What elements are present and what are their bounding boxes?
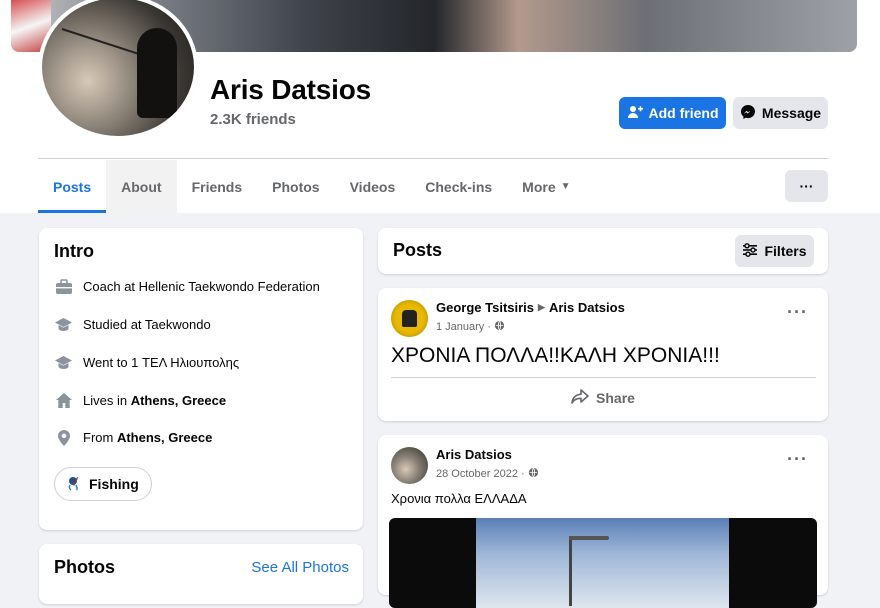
header-divider [38,158,828,159]
profile-name: Aris Datsios [210,74,371,105]
intro-work-text: Coach at Hellenic Taekwondo Federation [83,279,320,294]
globe-icon [494,320,505,334]
tab-posts[interactable]: Posts [38,160,107,213]
intro-study: Studied at Taekwondo [54,315,211,334]
post-header: Aris Datsios [436,447,512,462]
post-author-link[interactable]: Aris Datsios [436,447,512,462]
tab-label: About [121,178,162,195]
separator-dot: · [487,321,491,333]
photos-card: Photos See All Photos [39,544,363,604]
hobby-chip[interactable]: Fishing [54,467,152,501]
briefcase-icon [54,277,73,296]
post-date-link[interactable]: 28 October 2022 [436,468,518,480]
post-photo[interactable] [389,518,817,608]
post-card: Aris Datsios 28 October 2022 · ··· Χρονι… [378,435,828,608]
globe-icon [528,467,539,481]
tab-photos[interactable]: Photos [257,160,334,213]
filters-label: Filters [764,243,807,259]
silhouette-shape [137,28,177,118]
post-card: George Tsitsiris ▶ Aris Datsios 1 Januar… [378,288,828,421]
post-meta: 28 October 2022 · [436,467,539,481]
tab-friends[interactable]: Friends [177,160,258,213]
post-options-icon[interactable]: ··· [787,302,808,323]
post-text: ΧΡΟΝΙΑ ΠΟΛΛΑ!!ΚΑΛΗ ΧΡΟΝΙΑ!!! [391,344,720,367]
tab-label: Friends [191,178,243,195]
intro-work: Coach at Hellenic Taekwondo Federation [54,277,320,296]
profile-tabs: Posts About Friends Photos Videos Check-… [38,160,586,213]
intro-from-text: From Athens, Greece [83,430,212,445]
posts-title: Posts [393,240,443,260]
from-prefix: From [83,430,117,445]
tab-more[interactable]: More ▼ [507,160,585,213]
profile-picture[interactable] [38,0,198,140]
lives-city-link[interactable]: Athens, Greece [131,393,226,408]
lives-prefix: Lives in [83,393,131,408]
post-options-icon[interactable]: ··· [787,449,808,470]
add-friend-label: Add friend [648,105,719,121]
graduation-cap-icon [54,315,73,334]
graduation-cap-icon [54,353,73,372]
sliders-icon [742,242,758,260]
sky-shape [476,518,729,608]
tab-check-ins[interactable]: Check-ins [410,160,507,213]
share-button[interactable]: Share [378,386,828,410]
lamp-post-shape [569,536,572,606]
filters-button[interactable]: Filters [735,235,814,267]
intro-school-text: Went to 1 ΤΕΛ Ηλιουπολης [83,355,240,370]
intro-study-text: Studied at Taekwondo [83,317,211,332]
author-avatar[interactable] [391,447,428,484]
arrow-right-icon: ▶ [538,302,545,312]
tab-label: Photos [272,178,320,195]
hobby-label: Fishing [89,476,139,492]
share-label: Share [596,390,635,406]
add-person-icon [627,104,643,123]
tab-label: Check-ins [425,178,493,195]
intro-from: From Athens, Greece [54,428,212,447]
more-dots-icon: ··· [799,178,814,194]
tab-videos[interactable]: Videos [335,160,411,213]
profile-header: Aris Datsios 2.3K friends Add friend Mes… [0,0,880,213]
message-label: Message [761,105,822,121]
more-options-button[interactable]: ··· [785,170,828,202]
home-icon [54,391,73,410]
lamp-arm-shape [569,536,609,540]
intro-card: Intro Coach at Hellenic Taekwondo Federa… [39,228,363,530]
tab-label: Posts [53,178,92,195]
friends-count[interactable]: 2.3K friends [210,111,296,128]
from-city-link[interactable]: Athens, Greece [117,430,212,445]
post-date-link[interactable]: 1 January [436,321,484,333]
post-divider [391,377,816,378]
intro-lives-text: Lives in Athens, Greece [83,393,226,408]
separator-dot: · [520,468,525,480]
tab-about[interactable]: About [106,160,177,213]
intro-lives: Lives in Athens, Greece [54,391,226,410]
photos-title: Photos [54,557,115,577]
author-avatar[interactable] [391,300,428,337]
message-button[interactable]: Message [733,97,828,129]
post-header: George Tsitsiris ▶ Aris Datsios [436,300,625,315]
caret-down-icon: ▼ [560,181,571,192]
posts-header: Posts Filters [378,228,828,274]
see-all-photos-link[interactable]: See All Photos [251,559,349,576]
post-author-link[interactable]: George Tsitsiris [436,300,534,315]
add-friend-button[interactable]: Add friend [619,97,726,129]
tab-label: Videos [349,178,396,195]
location-pin-icon [54,428,73,447]
post-meta: 1 January · [436,320,505,334]
post-target-link[interactable]: Aris Datsios [549,300,625,315]
post-text: Χρονια πολλα ΕΛΛΑΔΑ [391,491,527,506]
messenger-icon [740,104,756,123]
logo-figure [402,310,417,327]
share-arrow-icon [571,389,589,407]
intro-title: Intro [54,241,94,261]
tab-label: More [522,178,556,195]
fishing-icon [67,475,83,494]
intro-school: Went to 1 ΤΕΛ Ηλιουπολης [54,353,239,372]
